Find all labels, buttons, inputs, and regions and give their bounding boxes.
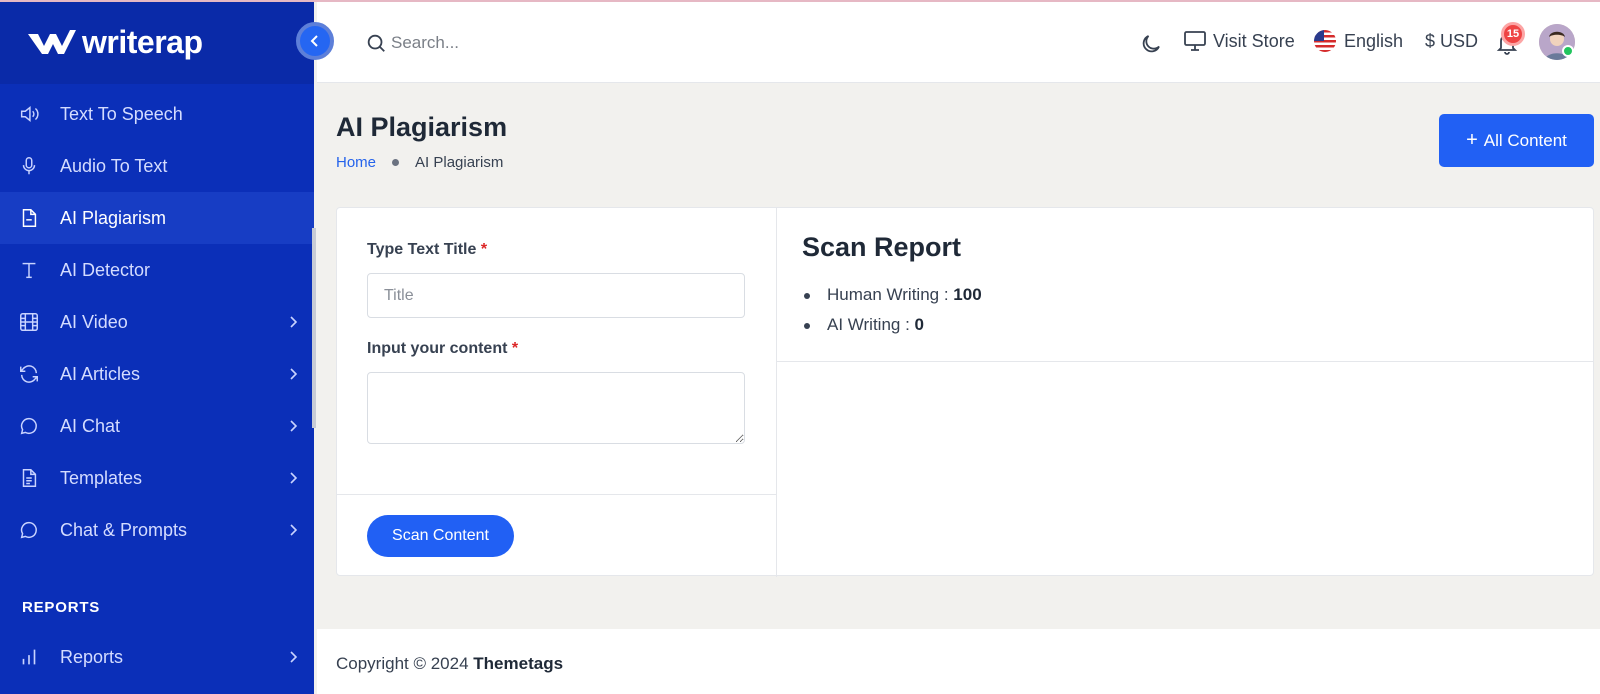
sidebar-scrollbar[interactable] bbox=[312, 228, 316, 428]
sidebar-item-ai-detector[interactable]: AI Detector bbox=[0, 244, 314, 296]
title-field-label: Type Text Title * bbox=[367, 241, 487, 259]
chevron-right-icon bbox=[290, 420, 298, 432]
content-textarea[interactable] bbox=[367, 372, 745, 444]
breadcrumb: Home AI Plagiarism bbox=[336, 154, 503, 171]
sidebar-item-label: Chat & Prompts bbox=[60, 519, 188, 540]
sidebar-item-label: AI Plagiarism bbox=[60, 207, 167, 228]
plus-icon: + bbox=[1466, 129, 1478, 151]
refresh-icon bbox=[20, 365, 38, 383]
chevron-right-icon bbox=[290, 651, 298, 663]
brand-logo[interactable]: writerap bbox=[0, 0, 314, 84]
us-flag-icon bbox=[1314, 30, 1336, 52]
copyright-text: Copyright © 2024 Themetags bbox=[336, 654, 563, 674]
ai-writing-label: AI Writing : bbox=[827, 315, 915, 334]
chevron-right-icon bbox=[290, 316, 298, 328]
breadcrumb-current: AI Plagiarism bbox=[415, 154, 504, 171]
sidebar-item-label: Templates bbox=[60, 467, 143, 488]
currency-selector[interactable]: $ USD bbox=[1425, 31, 1478, 52]
chevron-right-icon bbox=[290, 368, 298, 380]
sidebar-item-chat-prompts[interactable]: Chat & Prompts bbox=[0, 504, 314, 556]
language-selector[interactable]: English bbox=[1314, 30, 1403, 52]
required-mark: * bbox=[480, 241, 488, 258]
top-accent-line bbox=[0, 0, 1600, 2]
company-name: Themetags bbox=[473, 654, 564, 673]
human-writing-label: Human Writing : bbox=[827, 285, 954, 304]
sidebar-item-ai-chat[interactable]: AI Chat bbox=[0, 400, 314, 452]
sidebar-item-ai-articles[interactable]: AI Articles bbox=[0, 348, 314, 400]
breadcrumb-home-link[interactable]: Home bbox=[336, 154, 376, 171]
chat-bubble-icon bbox=[20, 521, 37, 539]
copyright-prefix: Copyright © 2024 bbox=[336, 654, 474, 673]
sidebar-item-label: AI Chat bbox=[60, 415, 121, 436]
all-content-label: All Content bbox=[1483, 130, 1567, 150]
chat-bubble-icon bbox=[20, 417, 37, 435]
plagiarism-card: Type Text Title * Input your content * S… bbox=[336, 207, 1594, 577]
top-header: Visit Store English $ USD 15 bbox=[317, 2, 1600, 83]
sidebar-item-reports[interactable]: Reports bbox=[0, 631, 314, 683]
sidebar-collapse-button[interactable] bbox=[296, 22, 334, 60]
chevron-left-icon bbox=[310, 35, 318, 47]
sidebar-item-label: AI Video bbox=[60, 311, 128, 332]
sidebar-item-label: Reports bbox=[60, 646, 124, 667]
language-label: English bbox=[1344, 30, 1404, 51]
scan-report-list: Human Writing : 100 AI Writing : 0 bbox=[802, 280, 982, 340]
list-item: Human Writing : 100 bbox=[802, 280, 982, 310]
sidebar-item-label: AI Detector bbox=[60, 259, 151, 280]
sidebar-item-label: AI Articles bbox=[60, 363, 141, 384]
page-title: AI Plagiarism bbox=[336, 112, 508, 142]
scan-form: Type Text Title * Input your content * S… bbox=[337, 208, 777, 577]
human-writing-value: 100 bbox=[953, 285, 982, 304]
sidebar-item-label: Audio To Text bbox=[60, 155, 168, 176]
report-divider bbox=[777, 361, 1593, 362]
sidebar-item-ai-video[interactable]: AI Video bbox=[0, 296, 314, 348]
monitor-icon bbox=[1184, 31, 1206, 51]
ai-writing-value: 0 bbox=[914, 315, 925, 334]
visit-store-link[interactable]: Visit Store bbox=[1183, 30, 1295, 52]
sidebar: writerap Text To Speech Audio To Text AI… bbox=[0, 0, 314, 694]
film-icon bbox=[20, 313, 38, 331]
speaker-icon bbox=[20, 106, 39, 122]
sidebar-item-audio-to-text[interactable]: Audio To Text bbox=[0, 140, 314, 192]
brand-mark-icon bbox=[28, 30, 76, 54]
bar-chart-icon bbox=[22, 649, 36, 665]
sidebar-item-ai-plagiarism[interactable]: AI Plagiarism bbox=[0, 192, 314, 244]
content-field-label: Input your content * bbox=[367, 340, 518, 358]
document-icon bbox=[22, 209, 37, 227]
content-label-text: Input your content bbox=[367, 340, 508, 357]
footer: Copyright © 2024 Themetags bbox=[317, 629, 1600, 694]
file-text-icon bbox=[22, 469, 37, 487]
chevron-right-icon bbox=[290, 472, 298, 484]
online-status-dot bbox=[1562, 45, 1574, 57]
title-label-text: Type Text Title bbox=[367, 241, 477, 258]
all-content-button[interactable]: + All Content bbox=[1439, 114, 1594, 167]
title-input[interactable] bbox=[367, 273, 745, 318]
search-icon bbox=[367, 34, 385, 52]
required-mark: * bbox=[511, 340, 519, 357]
chevron-right-icon bbox=[290, 524, 298, 536]
scan-content-button[interactable]: Scan Content bbox=[367, 515, 514, 557]
brand-name: writerap bbox=[82, 23, 203, 60]
list-item: AI Writing : 0 bbox=[802, 310, 982, 340]
microphone-icon bbox=[22, 157, 36, 175]
sidebar-nav: Text To Speech Audio To Text AI Plagiari… bbox=[0, 88, 314, 556]
sidebar-item-text-to-speech[interactable]: Text To Speech bbox=[0, 88, 314, 140]
search-input[interactable] bbox=[391, 28, 691, 58]
form-divider bbox=[337, 494, 777, 495]
text-t-icon bbox=[22, 262, 36, 279]
sidebar-item-label: Text To Speech bbox=[60, 103, 183, 124]
visit-store-label: Visit Store bbox=[1213, 30, 1295, 51]
scan-report-title: Scan Report bbox=[802, 232, 962, 262]
sidebar-item-templates[interactable]: Templates bbox=[0, 452, 314, 504]
breadcrumb-separator bbox=[392, 159, 400, 166]
section-label-reports: REPORTS bbox=[22, 599, 101, 616]
moon-icon[interactable] bbox=[1139, 32, 1163, 56]
notification-badge: 15 bbox=[1501, 22, 1525, 46]
